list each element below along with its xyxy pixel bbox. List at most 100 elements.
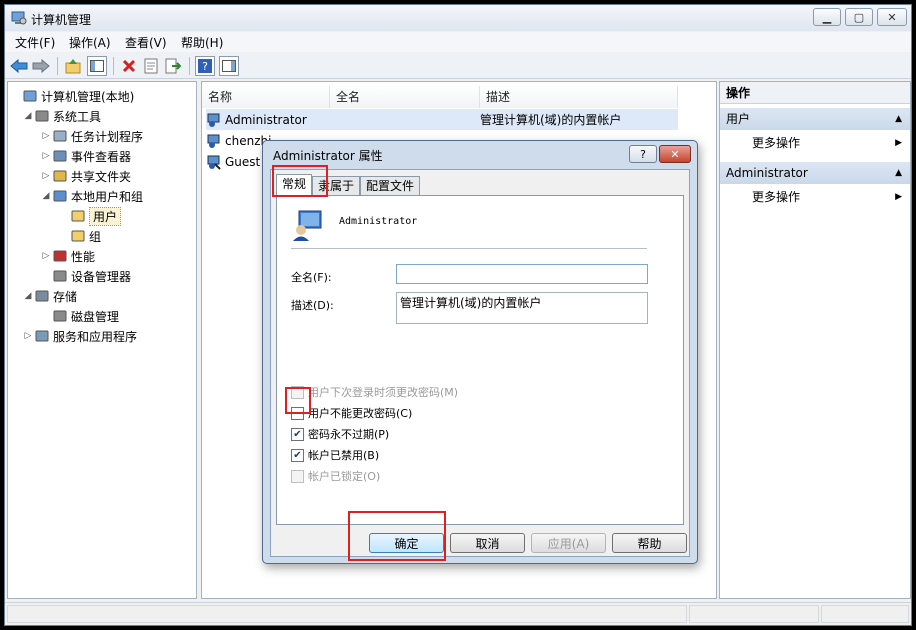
checkbox-row[interactable]: 用户不能更改密码(C) [291, 405, 412, 421]
user-icon [293, 210, 322, 241]
cancel-button[interactable]: 取消 [450, 533, 525, 553]
tree-item[interactable]: 磁盘管理 [40, 306, 119, 326]
collapsed-arrow-icon[interactable]: ▷ [40, 251, 52, 261]
checkbox-label: 密码永不过期(P) [308, 428, 390, 441]
checkbox[interactable] [291, 406, 304, 420]
table-row[interactable]: Administrator 管理计算机(域)的内置帐户 [206, 109, 678, 130]
folder-icon [70, 228, 86, 244]
device-manager-icon [52, 268, 68, 284]
clock-icon [52, 128, 68, 144]
tree-item[interactable]: ▷ 事件查看器 [40, 146, 131, 166]
table-row[interactable]: Guest [206, 151, 260, 172]
tree-item[interactable]: ▷ 服务和应用程序 [22, 326, 137, 346]
toolbar: ? [5, 53, 911, 79]
description-field[interactable]: 管理计算机(域)的内置帐户 [396, 292, 648, 324]
performance-icon [52, 248, 68, 264]
tree-item[interactable]: ▷ 共享文件夹 [40, 166, 131, 186]
general-tab-panel: Administrator 全名(F): 描述(D): 管理计算机(域)的内置帐… [276, 195, 684, 525]
delete-icon[interactable] [119, 56, 139, 76]
console-tree: 计算机管理(本地) ◢ 系统工具 ▷ 任务计划程序 ▷ 事件查看器 ▷ 共享文件夹 ◢ 本地用户和组… [7, 81, 197, 599]
tree-item[interactable]: 设备管理器 [40, 266, 131, 286]
checkbox-row: 帐户已锁定(O) [291, 468, 380, 484]
collapsed-arrow-icon[interactable]: ▷ [40, 151, 52, 161]
event-viewer-icon [52, 148, 68, 164]
tree-item-label: 系统工具 [53, 109, 102, 124]
description-label: 描述(D): [291, 299, 334, 312]
back-icon[interactable] [9, 56, 29, 76]
tree-item-label: 事件查看器 [71, 149, 132, 164]
tree-item[interactable]: 用户 [58, 206, 122, 226]
collapsed-arrow-icon[interactable]: ▷ [40, 171, 52, 181]
checkbox-row[interactable]: ✔ 帐户已禁用(B) [291, 447, 379, 463]
user-name-cell: Administrator [225, 112, 307, 127]
menu-file[interactable]: 文件(F) [15, 34, 55, 51]
checkbox [291, 385, 304, 399]
checkbox-checked[interactable]: ✔ [291, 448, 304, 462]
tree-item[interactable]: ▷ 任务计划程序 [40, 126, 143, 146]
user-desc-cell: 管理计算机(域)的内置帐户 [480, 113, 622, 127]
tree-item[interactable]: ◢ 本地用户和组 [40, 186, 143, 206]
menu-bar: 文件(F) 操作(A) 查看(V) 帮助(H) [5, 32, 911, 52]
properties-dialog: Administrator 属性 ? ✕ 常规 隶属于 配置文件 Adminis… [262, 140, 698, 564]
column-header-description[interactable]: 描述 [480, 86, 678, 108]
status-segment [7, 605, 687, 623]
checkbox-label: 用户不能更改密码(C) [308, 407, 413, 420]
collapsed-arrow-icon[interactable]: ▷ [40, 131, 52, 141]
actions-group-users[interactable]: 用户 ▲ [720, 108, 910, 130]
checkbox-label: 用户下次登录时须更改密码(M) [308, 386, 459, 399]
forward-icon[interactable] [31, 56, 51, 76]
checkbox-row[interactable]: ✔ 密码永不过期(P) [291, 426, 389, 442]
actions-group-title: Administrator [726, 166, 808, 180]
help-icon[interactable]: ? [629, 145, 657, 163]
expanded-arrow-icon[interactable]: ◢ [22, 111, 34, 121]
apply-button[interactable]: 应用(A) [531, 533, 606, 553]
tree-item[interactable]: ▷ 性能 [40, 246, 95, 266]
tree-item-label: 设备管理器 [71, 269, 132, 284]
export-icon[interactable] [163, 56, 183, 76]
tree-item[interactable]: ◢ 存储 [22, 286, 77, 306]
tree-item[interactable]: 计算机管理(本地) [10, 86, 134, 106]
more-actions-link[interactable]: 更多操作 ▶ [720, 186, 910, 208]
collapsed-arrow-icon[interactable]: ▷ [22, 331, 34, 341]
more-actions-label: 更多操作 [752, 190, 801, 204]
close-icon[interactable]: ✕ [659, 145, 691, 163]
help-button[interactable]: 帮助 [612, 533, 687, 553]
show-action-pane-icon[interactable] [219, 56, 239, 76]
actions-group-title: 用户 [726, 112, 751, 126]
collapse-icon[interactable]: ▲ [895, 162, 902, 184]
tab-general[interactable]: 常规 [276, 174, 313, 196]
minimize-icon[interactable]: ▁ [813, 8, 841, 26]
tree-item-label: 用户 [89, 206, 122, 226]
ok-button[interactable]: 确定 [369, 533, 444, 553]
tab-profile[interactable]: 配置文件 [360, 176, 421, 196]
actions-group-administrator[interactable]: Administrator ▲ [720, 162, 910, 184]
column-header-name[interactable]: 名称 [202, 86, 330, 108]
dialog-username: Administrator [339, 216, 418, 227]
expanded-arrow-icon[interactable]: ◢ [22, 291, 34, 301]
properties-icon[interactable] [141, 56, 161, 76]
more-actions-link[interactable]: 更多操作 ▶ [720, 132, 910, 154]
tree-item[interactable]: 组 [58, 226, 101, 246]
svg-text:?: ? [202, 60, 208, 73]
menu-help[interactable]: 帮助(H) [181, 34, 223, 51]
help-icon[interactable]: ? [195, 56, 215, 76]
fullname-field[interactable] [396, 264, 648, 284]
tab-member-of[interactable]: 隶属于 [312, 176, 361, 196]
show-hide-tree-icon[interactable] [87, 56, 107, 76]
expanded-arrow-icon[interactable]: ◢ [40, 191, 52, 201]
column-header-fullname[interactable]: 全名 [330, 86, 480, 108]
disk-icon [52, 308, 68, 324]
tools-icon [34, 108, 50, 124]
checkbox-label: 帐户已禁用(B) [308, 449, 380, 462]
menu-action[interactable]: 操作(A) [69, 34, 111, 51]
computer-management-icon [11, 11, 27, 25]
up-folder-icon[interactable] [63, 56, 83, 76]
tree-item[interactable]: ◢ 系统工具 [22, 106, 101, 126]
checkbox-checked[interactable]: ✔ [291, 427, 304, 441]
maximize-icon[interactable]: ▢ [845, 8, 873, 26]
close-icon[interactable]: ✕ [877, 8, 907, 26]
tree-item-label: 本地用户和组 [71, 189, 144, 204]
user-name-cell: Guest [225, 154, 261, 169]
collapse-icon[interactable]: ▲ [895, 108, 902, 130]
menu-view[interactable]: 查看(V) [125, 34, 167, 51]
